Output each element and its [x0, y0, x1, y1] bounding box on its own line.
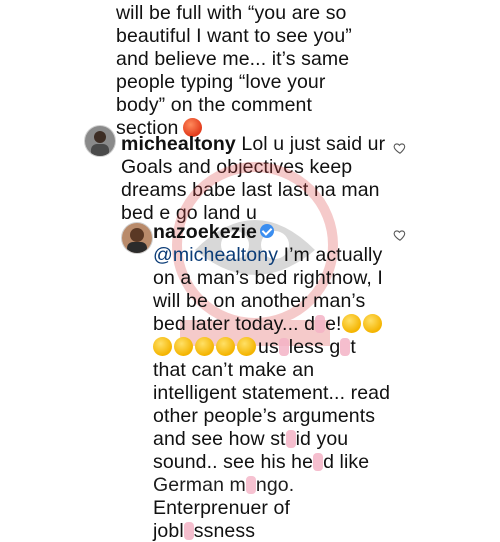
comment-text-line: will be full with “you are so — [116, 2, 347, 24]
mention-michealtony[interactable]: @michealtony — [153, 244, 278, 266]
comment-text-fragment: ngo. — [255, 474, 295, 496]
comment-text-fragment: jobl — [153, 520, 184, 542]
comment-text-line: Enterprenuer of — [153, 497, 291, 519]
comment-text-fragment: sound.. see his he — [153, 451, 314, 473]
laughing-crying-face-emoji — [216, 337, 235, 356]
laughing-crying-face-emoji — [237, 337, 256, 356]
comment-text-line: sound.. see his he d like — [153, 451, 369, 473]
heart-icon[interactable] — [393, 141, 407, 155]
comment-text-line: nazoekezie — [153, 221, 274, 243]
comment-text-fragment: d like — [323, 451, 370, 473]
censor-mark — [245, 476, 256, 494]
avatar-image — [85, 126, 115, 156]
comment-text-fragment: ssness — [193, 520, 256, 542]
username-michealtony[interactable]: michealtony — [121, 133, 236, 155]
comment-text-line: jobl ssness — [153, 520, 255, 542]
username-nazoekezie[interactable]: nazoekezie — [153, 221, 257, 243]
avatar-michealtony[interactable] — [84, 125, 116, 157]
comment-text-line: and believe me... it’s same — [116, 48, 350, 70]
avatar-image — [122, 223, 152, 253]
comment-text-fragment: e! — [325, 313, 342, 335]
comment-text-line: will be on another man’s — [153, 290, 366, 312]
comment-text-line: other people’s arguments — [153, 405, 376, 427]
comment-text-fragment: I’m actually — [278, 244, 383, 266]
censor-mark — [313, 453, 324, 471]
comment-text-line: body” on the comment — [116, 94, 313, 116]
comment-text-line: bed later today... d e! — [153, 313, 384, 335]
comment-text-line: michealtony Lol u just said ur — [121, 133, 385, 155]
comment-text-fragment: id you — [295, 428, 349, 450]
comment-text-line: intelligent statement... read — [153, 382, 391, 404]
comment-text-fragment: less g — [288, 336, 341, 358]
comment-text-fragment: German m — [153, 474, 246, 496]
censor-mark — [285, 430, 296, 448]
comment-text-line: on a man’s bed rightnow, I — [153, 267, 383, 289]
laughing-crying-face-emoji — [362, 314, 382, 333]
comment-text-line: German m ngo. — [153, 474, 294, 496]
verified-badge-icon — [259, 224, 274, 238]
censor-mark — [183, 522, 194, 540]
comment-text-fragment: t — [350, 336, 356, 358]
comment-text-fragment: Lol u just said ur — [235, 133, 386, 155]
heart-icon[interactable] — [393, 228, 407, 242]
comment-text-line: people typing “love your — [116, 71, 326, 93]
laughing-crying-face-emoji — [195, 337, 214, 356]
comment-thread: will be full with “you are so beautiful … — [0, 0, 500, 542]
comment-text-fragment: bed later today... d — [153, 313, 316, 335]
laughing-crying-face-emoji — [153, 337, 172, 356]
avatar-nazoekezie[interactable] — [121, 222, 153, 254]
censor-mark — [278, 338, 289, 356]
comment-text-line: @michealtony I’m actually — [153, 244, 382, 266]
comment-text-line: and see how st id you — [153, 428, 348, 450]
comment-text-line: us less g t — [153, 336, 356, 358]
comment-text-fragment: and see how st — [153, 428, 286, 450]
censor-mark — [340, 338, 351, 356]
comment-text-line: dreams babe last last na man — [121, 179, 380, 201]
censor-mark — [315, 315, 326, 333]
laughing-crying-face-emoji — [174, 337, 193, 356]
comment-text-line: beautiful I want to see you” — [116, 25, 352, 47]
comment-text-line: Goals and objectives keep — [121, 156, 353, 178]
comment-text-fragment: us — [258, 336, 279, 358]
laughing-crying-face-emoji — [341, 314, 361, 333]
comment-text-line: that can’t make an — [153, 359, 315, 381]
